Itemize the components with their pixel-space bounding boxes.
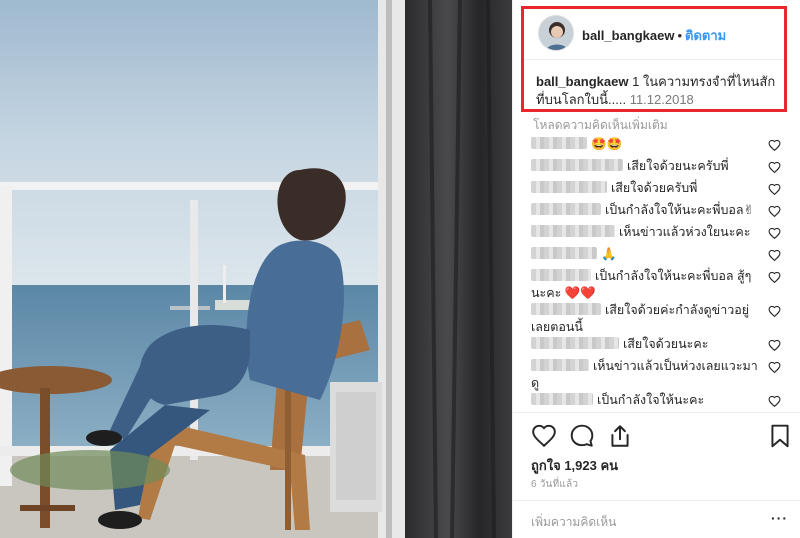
comment-like-icon[interactable] bbox=[768, 305, 781, 318]
comment-username-blurred[interactable] bbox=[531, 181, 607, 193]
comment-text: เป็นกำลังใจให้นะคะพี่บอล✌ bbox=[605, 203, 755, 217]
comment-item: เป็นกำลังใจให้นะคะ bbox=[513, 392, 800, 413]
comment-text: เสียใจด้วยครับพี่ bbox=[611, 181, 698, 195]
comment-like-icon[interactable] bbox=[768, 139, 781, 152]
post-header-highlight: ball_bangkaew • ติดตาม ball_bangkaew 1 ในค… bbox=[521, 6, 787, 112]
comment-item: เป็นกำลังใจให้นะคะพี่บอล✌ bbox=[513, 202, 800, 224]
caption-username[interactable]: ball_bangkaew bbox=[536, 74, 628, 89]
comment-like-icon[interactable] bbox=[768, 183, 781, 196]
comment-like-icon[interactable] bbox=[768, 249, 781, 262]
post-timestamp: 6 วันที่แล้ว bbox=[531, 479, 579, 490]
comment-username-blurred[interactable] bbox=[531, 247, 597, 259]
comment-username-blurred[interactable] bbox=[531, 337, 619, 349]
bookmark-icon[interactable] bbox=[767, 423, 793, 449]
post-side-panel: ball_bangkaew • ติดตาม ball_bangkaew 1 ในค… bbox=[512, 0, 800, 538]
likes-count[interactable]: ถูกใจ 1,923 คน bbox=[531, 455, 618, 476]
user-row: ball_bangkaew • ติดตาม bbox=[582, 25, 726, 46]
caption-date: 11.12.2018 bbox=[629, 92, 694, 107]
avatar[interactable] bbox=[538, 15, 574, 51]
comment-like-icon[interactable] bbox=[768, 339, 781, 352]
comment-item: 🙏 bbox=[513, 246, 800, 268]
comment-like-icon[interactable] bbox=[768, 271, 781, 284]
comment-item: เสียใจด้วยครับพี่ bbox=[513, 180, 800, 202]
comment-text: เห็นข่าวแล้วห่วงใยนะคะ bbox=[619, 225, 751, 239]
comments-list: 🤩🤩 เสียใจด้วยนะครับพี่ เสียใจด้วยครับพี่… bbox=[513, 132, 800, 413]
actions-divider bbox=[513, 412, 800, 413]
post-caption: ball_bangkaew 1 ในความทรงจำที่ไหนสักที่บ… bbox=[536, 73, 781, 109]
comment-username-blurred[interactable] bbox=[531, 269, 591, 281]
header-divider bbox=[524, 59, 784, 60]
comment-username-blurred[interactable] bbox=[531, 393, 593, 405]
comment-item: เสียใจด้วยนะคะ bbox=[513, 336, 800, 358]
add-comment-input[interactable] bbox=[531, 512, 751, 532]
comment-item: เสียใจด้วยนะครับพี่ bbox=[513, 158, 800, 180]
comment-like-icon[interactable] bbox=[768, 395, 781, 408]
follow-button[interactable]: ติดตาม bbox=[685, 28, 726, 43]
comment-like-icon[interactable] bbox=[768, 361, 781, 374]
comment-text: เสียใจด้วยนะคะ bbox=[623, 337, 709, 351]
more-options-icon[interactable]: ··· bbox=[771, 510, 788, 526]
comment-item: เห็นข่าวแล้วห่วงใยนะคะ bbox=[513, 224, 800, 246]
comment-item: เป็นกำลังใจให้นะคะพี่บอล สู้ๆนะคะ ❤️❤️ bbox=[513, 268, 800, 302]
comment-like-icon[interactable] bbox=[768, 227, 781, 240]
post-actions-bar bbox=[531, 423, 793, 449]
comment-like-icon[interactable] bbox=[768, 205, 781, 218]
username-link[interactable]: ball_bangkaew bbox=[582, 28, 674, 43]
comment-item: เห็นข่าวแล้วเป็นห่วงเลยแวะมาดู bbox=[513, 358, 800, 392]
avatar-image bbox=[539, 16, 573, 50]
share-icon[interactable] bbox=[607, 423, 633, 449]
comment-bubble-icon[interactable] bbox=[569, 423, 595, 449]
photo-scene bbox=[0, 0, 512, 538]
comment-username-blurred[interactable] bbox=[531, 359, 589, 371]
comment-username-blurred[interactable] bbox=[531, 137, 587, 149]
comment-text: 🤩🤩 bbox=[591, 137, 623, 151]
comment-username-blurred[interactable] bbox=[531, 303, 601, 315]
comment-username-blurred[interactable] bbox=[531, 203, 601, 215]
post-photo[interactable] bbox=[0, 0, 512, 538]
comment-username-blurred[interactable] bbox=[531, 159, 623, 171]
comment-text: เป็นกำลังใจให้นะคะ bbox=[597, 393, 705, 407]
comment-text: 🙏 bbox=[601, 247, 617, 261]
comment-item: เสียใจด้วยค่ะกำลังดูข่าวอยู่เลยตอนนี้ bbox=[513, 302, 800, 336]
separator-dot: • bbox=[677, 28, 683, 43]
comment-like-icon[interactable] bbox=[768, 161, 781, 174]
comment-username-blurred[interactable] bbox=[531, 225, 615, 237]
comment-text: เสียใจด้วยนะครับพี่ bbox=[627, 159, 729, 173]
comment-item: 🤩🤩 bbox=[513, 136, 800, 158]
comment-input-divider bbox=[513, 500, 800, 501]
heart-outline-icon[interactable] bbox=[531, 423, 557, 449]
